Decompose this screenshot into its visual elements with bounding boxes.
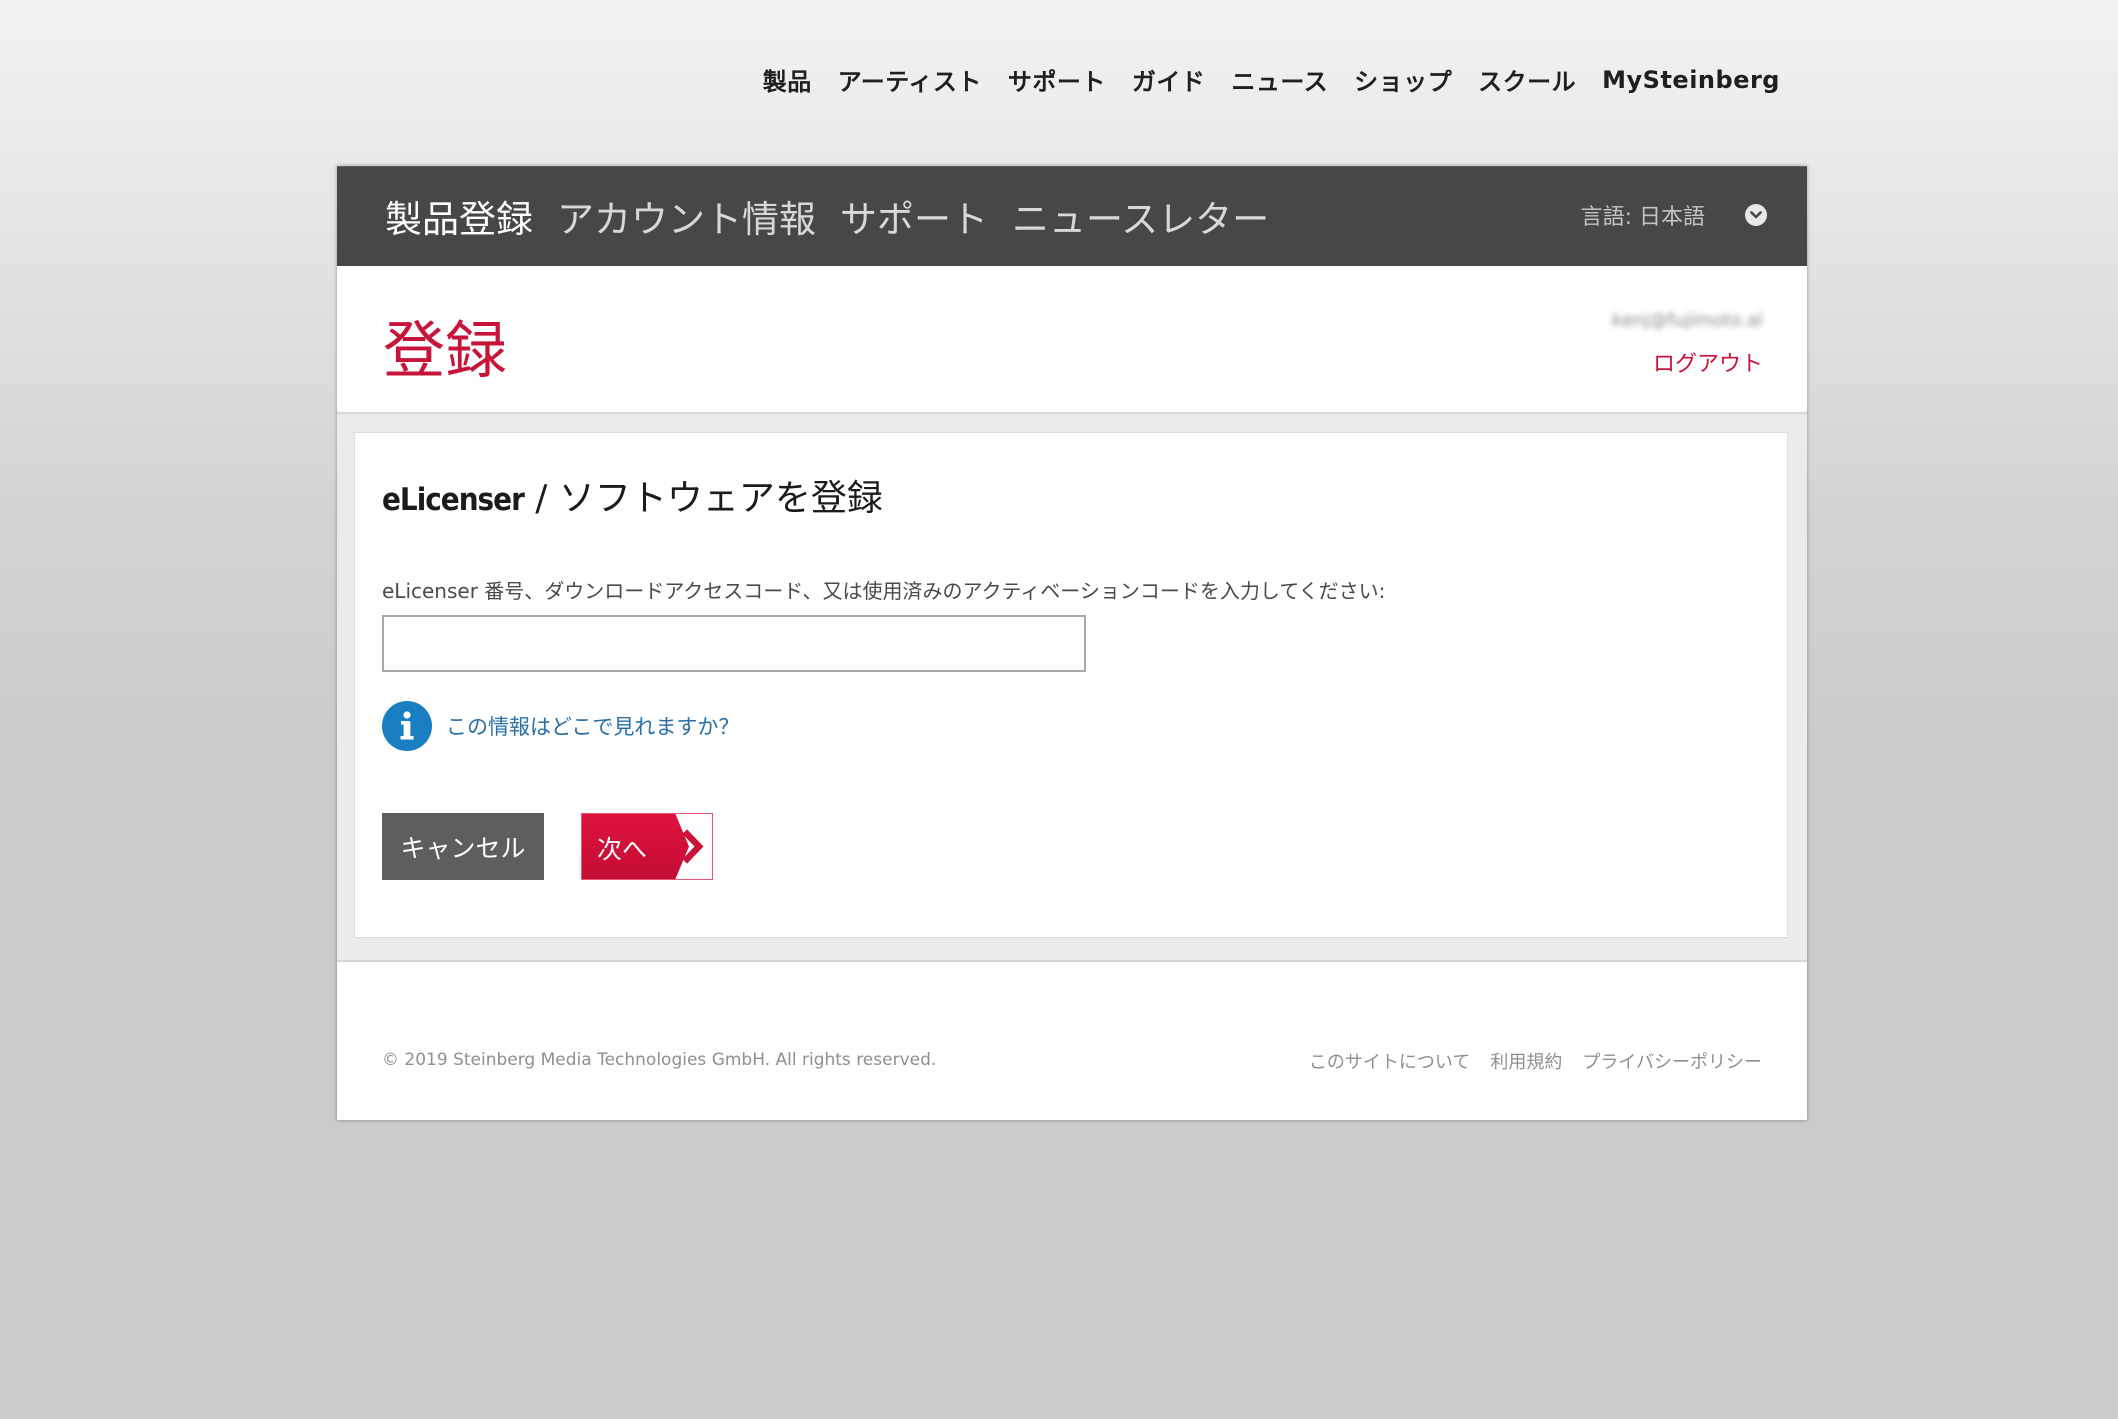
site-nav-item-shop[interactable]: ショップ: [1354, 62, 1452, 97]
footer-links: このサイトについて 利用規約 プライバシーポリシー: [1309, 1048, 1762, 1074]
where-to-find-info-link[interactable]: この情報はどこで見れますか？: [446, 711, 739, 741]
site-nav: 製品 アーティスト サポート ガイド ニュース ショップ スクール MyStei…: [763, 62, 1780, 97]
info-icon[interactable]: [382, 701, 432, 751]
tab-product-registration[interactable]: 製品登録: [385, 189, 533, 243]
next-button-label: 次へ: [597, 835, 648, 864]
page-header: 登録 kenj@fujimoto.al ログアウト: [337, 266, 1807, 414]
account-bar: 製品登録 アカウント情報 サポート ニュースレター 言語: 日本語: [337, 166, 1807, 266]
footer: © 2019 Steinberg Media Technologies GmbH…: [337, 962, 1807, 1120]
cancel-button[interactable]: キャンセル: [382, 813, 544, 880]
site-nav-item-products[interactable]: 製品: [763, 62, 812, 97]
language-selector[interactable]: 言語: 日本語: [1581, 199, 1767, 231]
site-nav-item-mysteinberg[interactable]: MySteinberg: [1602, 66, 1780, 94]
registration-form: eLicenser / ソフトウェアを登録 eLicenser 番号、ダウンロー…: [354, 432, 1788, 938]
tab-newsletter[interactable]: ニュースレター: [1012, 189, 1269, 243]
user-email: kenj@fujimoto.al: [1611, 310, 1763, 331]
site-nav-item-school[interactable]: スクール: [1478, 62, 1576, 97]
form-title-brand: eLicenser: [382, 482, 525, 518]
page-title: 登録: [383, 314, 508, 387]
site-nav-item-support[interactable]: サポート: [1008, 62, 1106, 97]
next-button[interactable]: 次へ: [581, 813, 713, 880]
chevron-right-icon: [675, 813, 713, 880]
account-tabs: 製品登録 アカウント情報 サポート ニュースレター: [385, 189, 1269, 243]
logout-link[interactable]: ログアウト: [1653, 346, 1763, 378]
license-code-input[interactable]: [382, 615, 1086, 672]
site-nav-item-artists[interactable]: アーティスト: [838, 62, 982, 97]
footer-link-privacy[interactable]: プライバシーポリシー: [1582, 1048, 1762, 1074]
tab-support[interactable]: サポート: [840, 189, 988, 243]
site-nav-item-guide[interactable]: ガイド: [1132, 62, 1206, 97]
code-field-label: eLicenser 番号、ダウンロードアクセスコード、又は使用済みのアクティベー…: [382, 579, 1386, 603]
language-label: 言語: 日本語: [1580, 205, 1705, 230]
footer-link-terms[interactable]: 利用規約: [1490, 1048, 1562, 1074]
form-title: eLicenser / ソフトウェアを登録: [382, 469, 883, 521]
form-title-text: / ソフトウェアを登録: [523, 478, 883, 519]
chevron-down-circle-icon[interactable]: [1745, 204, 1767, 226]
footer-link-about[interactable]: このサイトについて: [1309, 1048, 1470, 1074]
site-nav-item-news[interactable]: ニュース: [1231, 62, 1328, 97]
copyright-text: © 2019 Steinberg Media Technologies GmbH…: [382, 1050, 937, 1070]
info-help-row[interactable]: この情報はどこで見れますか？: [382, 701, 739, 751]
main-panel: 製品登録 アカウント情報 サポート ニュースレター 言語: 日本語 登録 ken…: [337, 166, 1807, 1120]
tab-account-info[interactable]: アカウント情報: [557, 189, 816, 243]
content-area: eLicenser / ソフトウェアを登録 eLicenser 番号、ダウンロー…: [337, 414, 1807, 962]
